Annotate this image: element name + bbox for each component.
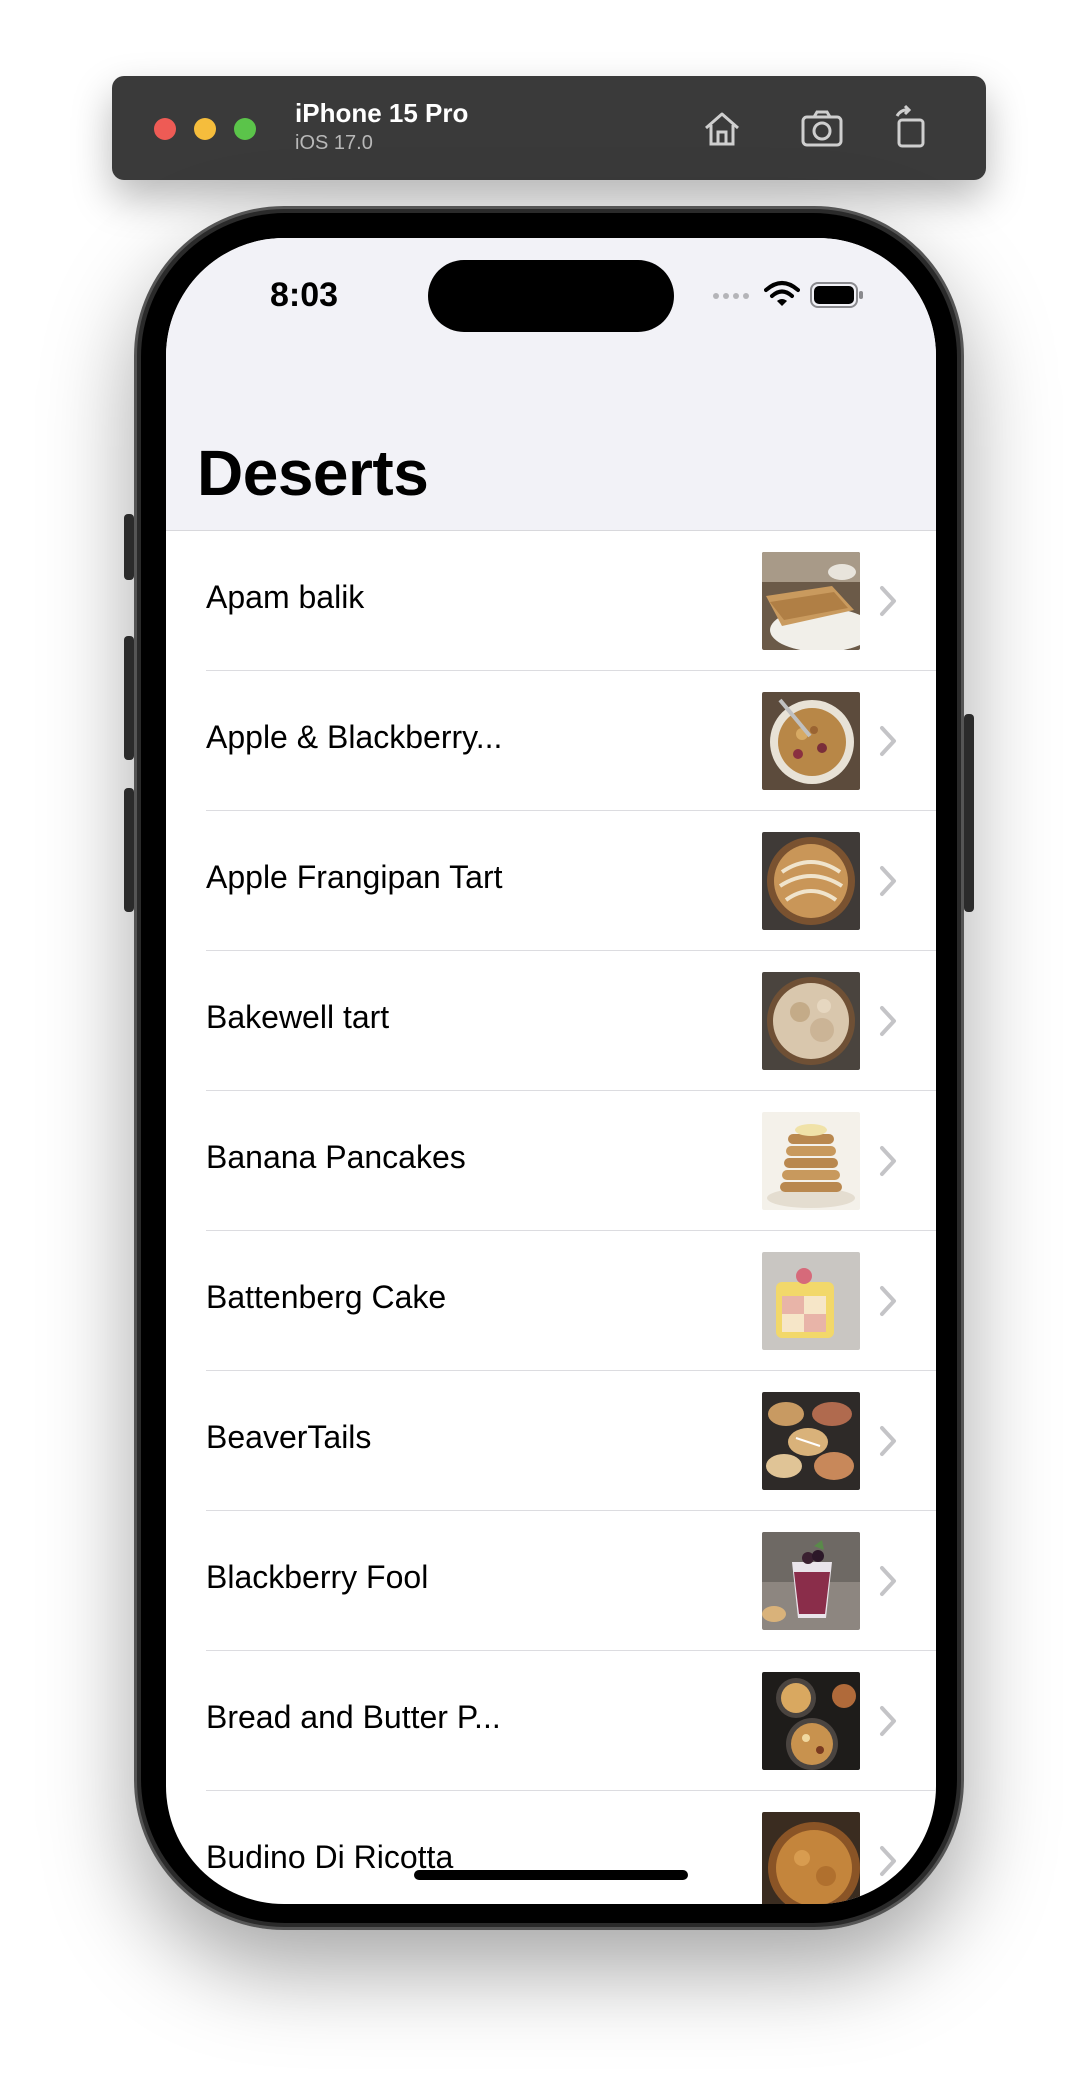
item-name: Apam balik — [206, 579, 365, 615]
list-item[interactable]: Budino Di Ricotta — [166, 1791, 936, 1904]
dessert-thumbnail — [762, 692, 860, 790]
os-version: iOS 17.0 — [295, 132, 373, 154]
list-item[interactable]: Apam balik — [166, 531, 936, 671]
item-name: Blackberry Fool — [206, 1559, 429, 1595]
dessert-thumbnail — [762, 1392, 860, 1490]
power-button[interactable] — [964, 714, 974, 912]
list-item[interactable]: Apple Frangipan Tart — [166, 811, 936, 951]
item-name: Battenberg Cake — [206, 1279, 447, 1315]
dessert-thumbnail — [762, 1112, 860, 1210]
chevron-right-icon — [880, 1006, 896, 1036]
chevron-right-icon — [880, 1146, 896, 1176]
chevron-right-icon — [880, 1426, 896, 1456]
dessert-thumbnail — [762, 1532, 860, 1630]
home-button[interactable] — [698, 104, 746, 152]
chevron-right-icon — [880, 1846, 896, 1876]
navigation-bar: 8:03 Deserts — [166, 238, 936, 531]
close-window-button[interactable] — [154, 118, 176, 140]
list-item[interactable]: Blackberry Fool — [166, 1511, 936, 1651]
screenshot-icon — [801, 110, 843, 147]
list-item[interactable]: Bakewell tart — [166, 951, 936, 1091]
rotate-button[interactable] — [887, 104, 935, 152]
list-item[interactable]: Battenberg Cake — [166, 1231, 936, 1371]
dessert-thumbnail — [762, 1812, 860, 1904]
device-name: iPhone 15 Pro — [295, 98, 469, 128]
chevron-right-icon — [880, 866, 896, 896]
home-indicator[interactable] — [414, 1870, 688, 1880]
status-time: 8:03 — [270, 276, 339, 314]
item-name: Bread and Butter P... — [206, 1699, 501, 1735]
phone-screen: 8:03 Deserts Apam balik Apple & Blackber… — [166, 238, 936, 1904]
chevron-right-icon — [880, 1286, 896, 1316]
chevron-right-icon — [880, 1706, 896, 1736]
dynamic-island — [428, 260, 674, 332]
minimize-window-button[interactable] — [194, 118, 216, 140]
page-title: Deserts — [197, 437, 429, 509]
list-item[interactable]: BeaverTails — [166, 1371, 936, 1511]
chevron-right-icon — [880, 586, 896, 616]
dessert-thumbnail — [762, 552, 860, 650]
item-name: Apple Frangipan Tart — [206, 859, 503, 895]
list-item[interactable]: Banana Pancakes — [166, 1091, 936, 1231]
dessert-thumbnail — [762, 1672, 860, 1770]
dessert-thumbnail — [762, 832, 860, 930]
action-button[interactable] — [124, 514, 134, 580]
list-item[interactable]: Bread and Butter P... — [166, 1651, 936, 1791]
item-name: Apple & Blackberry... — [206, 719, 503, 755]
dessert-thumbnail — [762, 1252, 860, 1350]
simulator-toolbar: iPhone 15 Pro iOS 17.0 — [112, 76, 986, 180]
item-name: Banana Pancakes — [206, 1139, 466, 1175]
battery-icon — [810, 282, 863, 308]
dessert-list: Apam balik Apple & Blackberry... Apple F… — [166, 531, 936, 1904]
rotate-icon — [895, 104, 925, 148]
item-name: Bakewell tart — [206, 999, 390, 1035]
volume-down-button[interactable] — [124, 788, 134, 912]
home-icon — [705, 112, 739, 146]
item-name: BeaverTails — [206, 1419, 372, 1455]
dessert-thumbnail — [762, 972, 860, 1070]
list-item[interactable]: Apple & Blackberry... — [166, 671, 936, 811]
wifi-icon — [764, 281, 800, 306]
chevron-right-icon — [880, 726, 896, 756]
chevron-right-icon — [880, 1566, 896, 1596]
signal-icon — [713, 293, 749, 299]
zoom-window-button[interactable] — [234, 118, 256, 140]
volume-up-button[interactable] — [124, 636, 134, 760]
screenshot-button[interactable] — [798, 104, 846, 152]
